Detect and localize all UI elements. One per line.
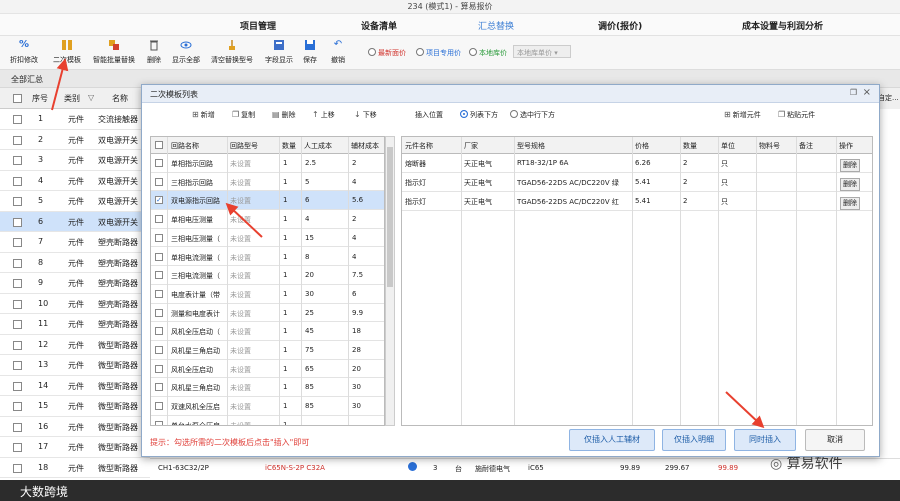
annotation-arrows: [51, 58, 765, 429]
arrow-to-template-button: [51, 58, 69, 111]
arrow-to-insert-both: [725, 391, 765, 429]
arrow-to-selected-template: [225, 202, 263, 238]
